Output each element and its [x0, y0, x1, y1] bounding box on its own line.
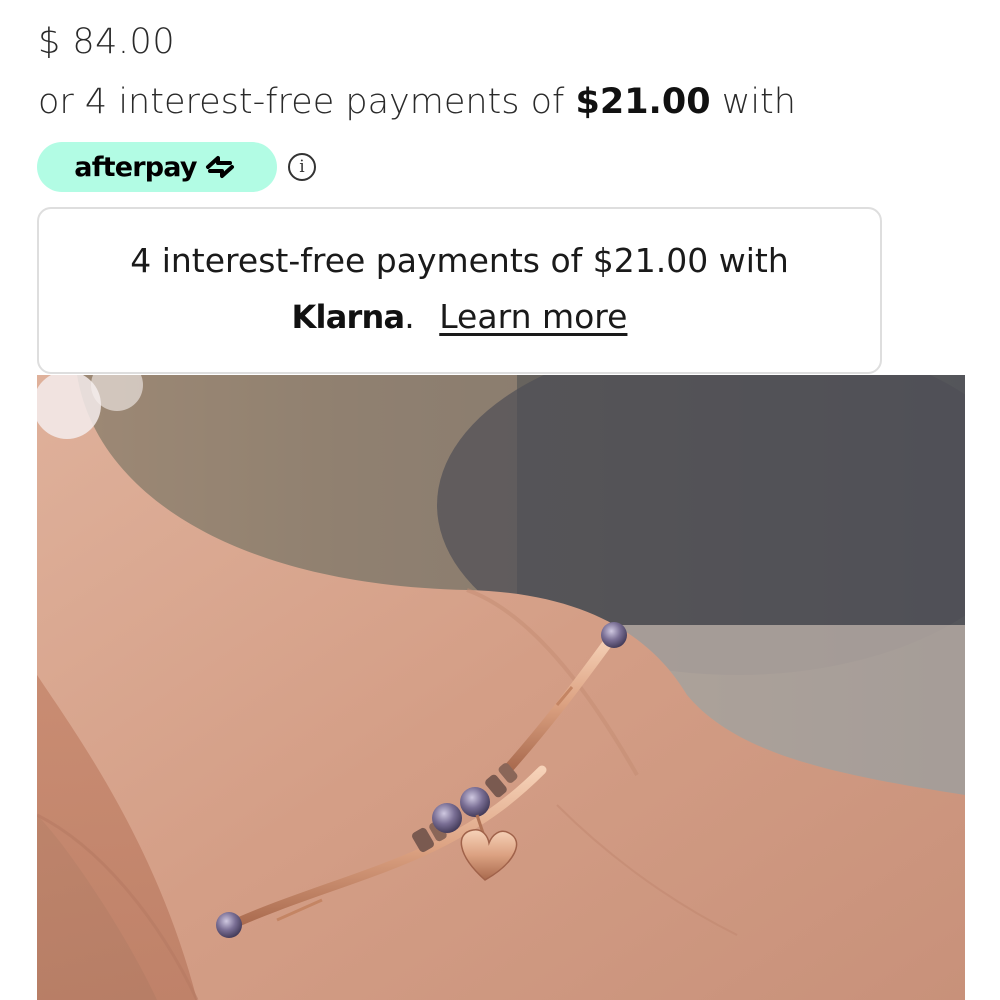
klarna-logo-period: . — [404, 297, 415, 336]
afterpay-arrows-icon — [205, 156, 234, 178]
product-price: $ 84.00 — [38, 22, 176, 62]
installment-amount: $21.00 — [575, 82, 711, 122]
klarna-line-2: Klarna. Learn more — [39, 297, 880, 336]
anklet-photo — [37, 375, 965, 1000]
installments-text: or 4 interest-free payments of $21.00 wi… — [38, 82, 796, 122]
product-page: $ 84.00 or 4 interest-free payments of $… — [0, 0, 1000, 1000]
klarna-logo: Klarna — [291, 298, 406, 336]
afterpay-row: afterpay i — [37, 142, 316, 192]
afterpay-badge[interactable]: afterpay — [37, 142, 277, 192]
product-image[interactable] — [37, 375, 965, 1000]
learn-more-link[interactable]: Learn more — [439, 297, 627, 336]
afterpay-logo-text: afterpay — [74, 151, 197, 183]
installments-prefix: or 4 interest-free payments of — [38, 82, 576, 122]
installments-suffix: with — [710, 82, 796, 122]
klarna-message: 4 interest-free payments of $21.00 with — [130, 241, 789, 280]
klarna-message-box: 4 interest-free payments of $21.00 with … — [37, 207, 882, 374]
info-icon[interactable]: i — [288, 153, 316, 181]
